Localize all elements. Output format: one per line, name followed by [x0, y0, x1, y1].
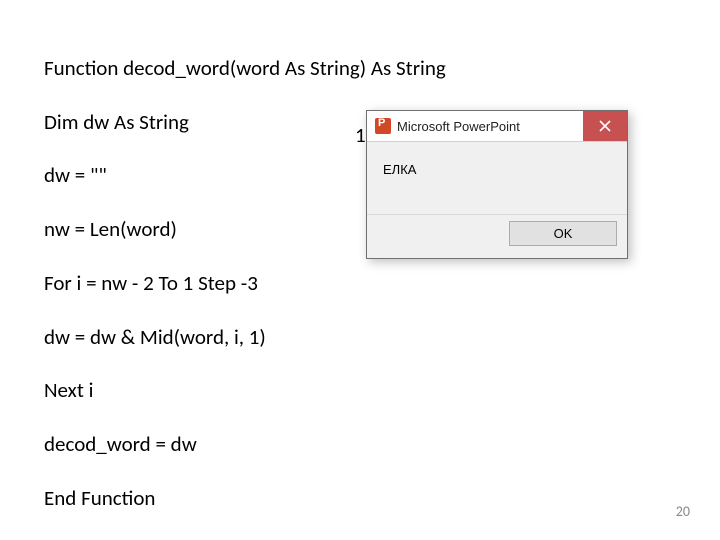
dialog-footer: OK [367, 214, 627, 258]
code-line: End Function [44, 485, 446, 512]
code-line: Next i [44, 377, 446, 404]
page-number: 20 [676, 503, 690, 520]
code-block: Function decod_word(word As String) As S… [44, 28, 446, 540]
dialog-message: ЕЛКА [383, 162, 416, 177]
dialog-body: ЕЛКА [367, 142, 627, 214]
dialog-titlebar: Microsoft PowerPoint [367, 111, 627, 142]
code-line: For i = nw - 2 To 1 Step -3 [44, 270, 446, 297]
close-icon [599, 120, 611, 132]
ok-button[interactable]: OK [509, 221, 617, 246]
dialog-title: Microsoft PowerPoint [367, 118, 520, 134]
code-line: Function decod_word(word As String) As S… [44, 55, 446, 82]
code-line: dw = dw & Mid(word, i, 1) [44, 324, 446, 351]
code-line: decod_word = dw [44, 431, 446, 458]
powerpoint-icon [375, 118, 391, 134]
msgbox-dialog: Microsoft PowerPoint ЕЛКА OK [366, 110, 628, 259]
close-button[interactable] [583, 111, 627, 141]
dialog-title-text: Microsoft PowerPoint [397, 119, 520, 134]
